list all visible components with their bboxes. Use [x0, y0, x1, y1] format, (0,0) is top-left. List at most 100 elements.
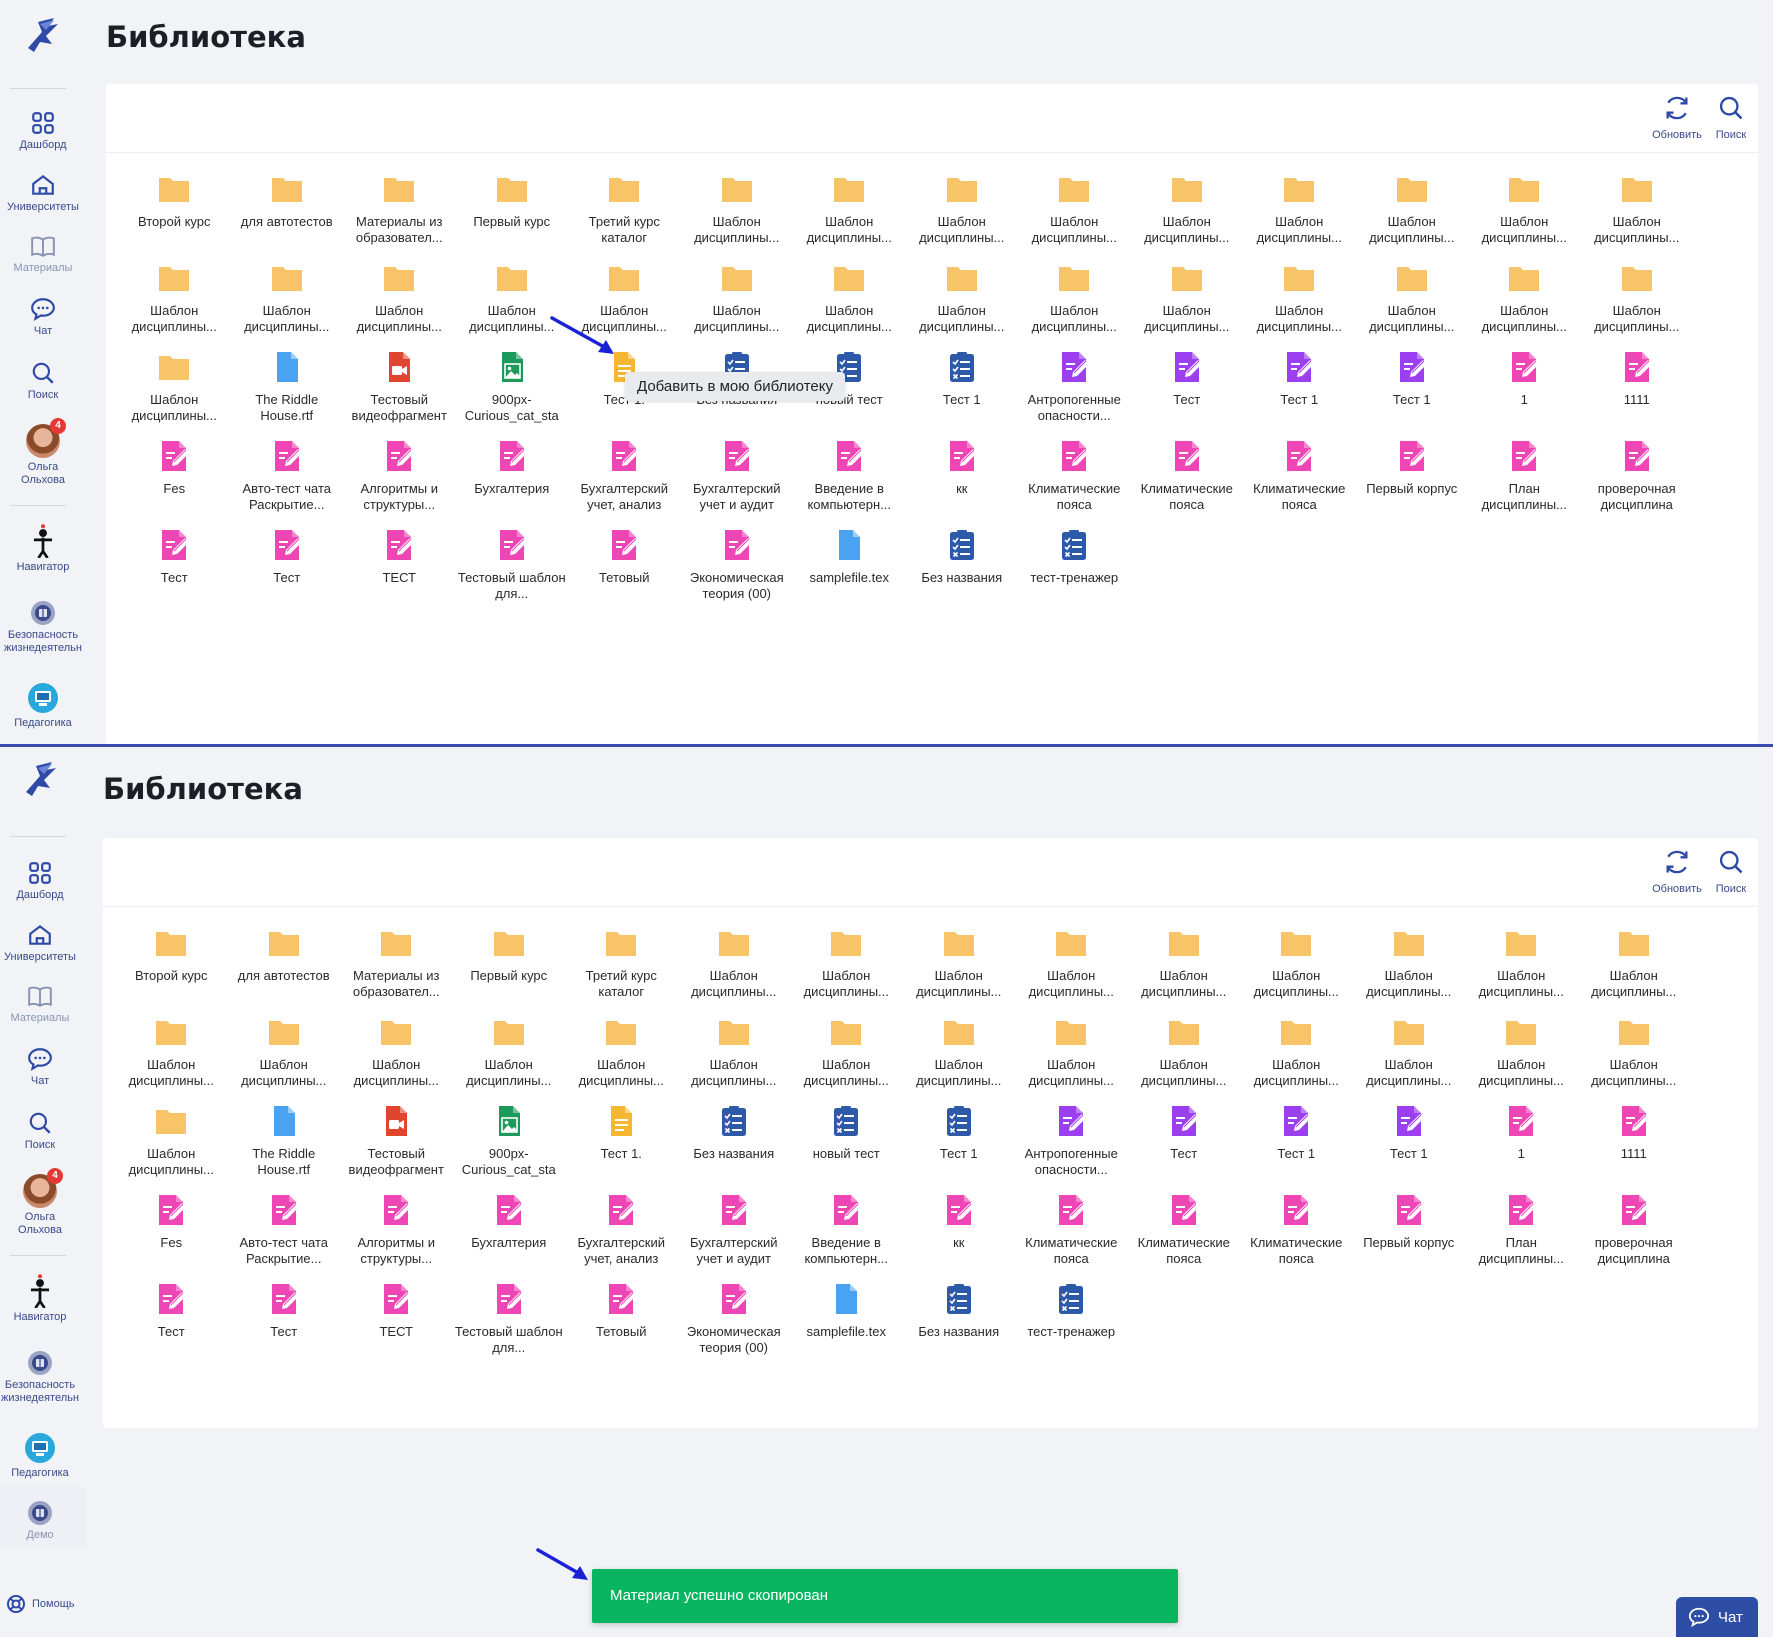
material-item[interactable]: Тест 1	[1353, 1104, 1466, 1193]
material-item[interactable]: Бухгалтерский учет, анализ	[565, 1193, 678, 1282]
sidebar-item-search[interactable]: Поиск	[0, 360, 86, 402]
folder-item[interactable]: Шаблон дисциплины...	[906, 172, 1019, 261]
material-item[interactable]: Бухгалтерский учет, анализ	[568, 439, 681, 528]
material-item[interactable]: тест-тренажер	[1018, 528, 1131, 617]
material-item[interactable]: План дисциплины...	[1468, 439, 1581, 528]
sidebar-item-course-safety[interactable]: Безопасность жизнедеятельн	[0, 1350, 83, 1405]
material-item[interactable]: Тест 1	[903, 1104, 1016, 1193]
search-button[interactable]: Поиск	[1704, 838, 1758, 906]
folder-item[interactable]: Шаблон дисциплины...	[1581, 261, 1694, 350]
material-item[interactable]: ТЕСТ	[340, 1282, 453, 1371]
folder-item[interactable]: Шаблон дисциплины...	[1240, 926, 1353, 1015]
material-item[interactable]: samplefile.tex	[793, 528, 906, 617]
material-item[interactable]: Тестовый шаблон для...	[456, 528, 569, 617]
sidebar-item-navigator[interactable]: Навигатор	[0, 524, 86, 574]
folder-item[interactable]: Шаблон дисциплины...	[453, 1015, 566, 1104]
sidebar-item-pedagogy[interactable]: Педагогика	[0, 682, 86, 730]
sidebar-item-chat[interactable]: Чат	[0, 1046, 83, 1088]
material-item[interactable]: Тетовый	[568, 528, 681, 617]
folder-item[interactable]: Шаблон дисциплины...	[231, 261, 344, 350]
folder-item[interactable]: Шаблон дисциплины...	[681, 261, 794, 350]
sidebar-item-search[interactable]: Поиск	[0, 1110, 83, 1152]
material-item[interactable]: План дисциплины...	[1465, 1193, 1578, 1282]
sidebar-item-universities[interactable]: Университеты	[0, 922, 83, 964]
folder-item[interactable]: Шаблон дисциплины...	[903, 1015, 1016, 1104]
material-item[interactable]: Алгоритмы и структуры...	[340, 1193, 453, 1282]
success-toast[interactable]: Материал успешно скопирован	[592, 1569, 1178, 1623]
folder-item[interactable]: Шаблон дисциплины...	[118, 350, 231, 439]
material-item[interactable]: Тест	[1131, 350, 1244, 439]
folder-item[interactable]: Второй курс	[118, 172, 231, 261]
refresh-button[interactable]: Обновить	[1650, 84, 1704, 152]
folder-item[interactable]: Шаблон дисциплины...	[1468, 261, 1581, 350]
folder-item[interactable]: Шаблон дисциплины...	[903, 926, 1016, 1015]
folder-item[interactable]: для автотестов	[228, 926, 341, 1015]
folder-item[interactable]: Шаблон дисциплины...	[115, 1015, 228, 1104]
material-item[interactable]: 900px-Curious_cat_sta	[453, 1104, 566, 1193]
material-item[interactable]: Бухгалтерия	[456, 439, 569, 528]
material-item[interactable]: Тест	[115, 1282, 228, 1371]
material-item[interactable]: Fes	[118, 439, 231, 528]
folder-item[interactable]: Шаблон дисциплины...	[1353, 926, 1466, 1015]
material-item[interactable]: Авто-тест чата Раскрытие...	[231, 439, 344, 528]
material-item[interactable]: тест-тренажер	[1015, 1282, 1128, 1371]
folder-item[interactable]: Материалы из образовател...	[340, 926, 453, 1015]
chat-button[interactable]: Чат	[1676, 1597, 1758, 1637]
folder-item[interactable]: Шаблон дисциплины...	[793, 261, 906, 350]
material-item[interactable]: Бухгалтерский учет и аудит	[678, 1193, 791, 1282]
folder-item[interactable]: Шаблон дисциплины...	[1356, 261, 1469, 350]
material-item[interactable]: The Riddle House.rtf	[231, 350, 344, 439]
material-item[interactable]: Климатические пояса	[1243, 439, 1356, 528]
material-item[interactable]: Тест 1	[1243, 350, 1356, 439]
material-item[interactable]: 1111	[1578, 1104, 1691, 1193]
material-item[interactable]: Климатические пояса	[1131, 439, 1244, 528]
refresh-button[interactable]: Обновить	[1650, 838, 1704, 906]
material-item[interactable]: Бухгалтерский учет и аудит	[681, 439, 794, 528]
folder-item[interactable]: Шаблон дисциплины...	[1243, 172, 1356, 261]
folder-item[interactable]: Шаблон дисциплины...	[1243, 261, 1356, 350]
sidebar-item-universities[interactable]: Университеты	[0, 172, 86, 214]
sidebar-item-demo[interactable]: Демо	[0, 1500, 83, 1542]
folder-item[interactable]: Шаблон дисциплины...	[118, 261, 231, 350]
folder-item[interactable]: Шаблон дисциплины...	[1465, 926, 1578, 1015]
material-item[interactable]: Без названия	[903, 1282, 1016, 1371]
folder-item[interactable]: Шаблон дисциплины...	[1128, 1015, 1241, 1104]
folder-item[interactable]: Шаблон дисциплины...	[678, 926, 791, 1015]
folder-item[interactable]: Шаблон дисциплины...	[1018, 261, 1131, 350]
material-item[interactable]: Тестовый шаблон для...	[453, 1282, 566, 1371]
material-item[interactable]: Антропогенные опасности...	[1018, 350, 1131, 439]
sidebar-item-chat[interactable]: Чат	[0, 296, 86, 338]
material-item[interactable]: Тетовый	[565, 1282, 678, 1371]
folder-item[interactable]: Второй курс	[115, 926, 228, 1015]
folder-item[interactable]: Первый курс	[453, 926, 566, 1015]
folder-item[interactable]: Шаблон дисциплины...	[1581, 172, 1694, 261]
folder-item[interactable]: Шаблон дисциплины...	[565, 1015, 678, 1104]
folder-item[interactable]: Шаблон дисциплины...	[790, 1015, 903, 1104]
material-item[interactable]: samplefile.tex	[790, 1282, 903, 1371]
folder-item[interactable]: Третий курс каталог	[565, 926, 678, 1015]
sidebar-user[interactable]: 4 Ольга Ольхова	[0, 1168, 83, 1237]
sidebar-item-navigator[interactable]: Навигатор	[0, 1274, 83, 1324]
material-item[interactable]: Тестовый видеофрагмент	[340, 1104, 453, 1193]
logo-icon[interactable]	[24, 14, 62, 54]
material-item[interactable]: 1	[1465, 1104, 1578, 1193]
material-item[interactable]: Климатические пояса	[1240, 1193, 1353, 1282]
folder-item[interactable]: Шаблон дисциплины...	[1578, 1015, 1691, 1104]
material-item[interactable]: Тест 1	[1240, 1104, 1353, 1193]
material-item[interactable]: Тест	[231, 528, 344, 617]
material-item[interactable]: Экономическая теория (00)	[678, 1282, 791, 1371]
material-item[interactable]: Тест	[118, 528, 231, 617]
material-item[interactable]: Климатические пояса	[1018, 439, 1131, 528]
material-item[interactable]: Антропогенные опасности...	[1015, 1104, 1128, 1193]
material-item[interactable]: Тест	[228, 1282, 341, 1371]
folder-item[interactable]: Шаблон дисциплины...	[1240, 1015, 1353, 1104]
folder-item[interactable]: Материалы из образовател...	[343, 172, 456, 261]
material-item[interactable]: Климатические пояса	[1015, 1193, 1128, 1282]
material-item[interactable]: Без названия	[906, 528, 1019, 617]
folder-item[interactable]: Шаблон дисциплины...	[1578, 926, 1691, 1015]
folder-item[interactable]: Шаблон дисциплины...	[228, 1015, 341, 1104]
folder-item[interactable]: Шаблон дисциплины...	[1353, 1015, 1466, 1104]
material-item[interactable]: ТЕСТ	[343, 528, 456, 617]
sidebar-item-pedagogy[interactable]: Педагогика	[0, 1432, 83, 1480]
folder-item[interactable]: Шаблон дисциплины...	[681, 172, 794, 261]
